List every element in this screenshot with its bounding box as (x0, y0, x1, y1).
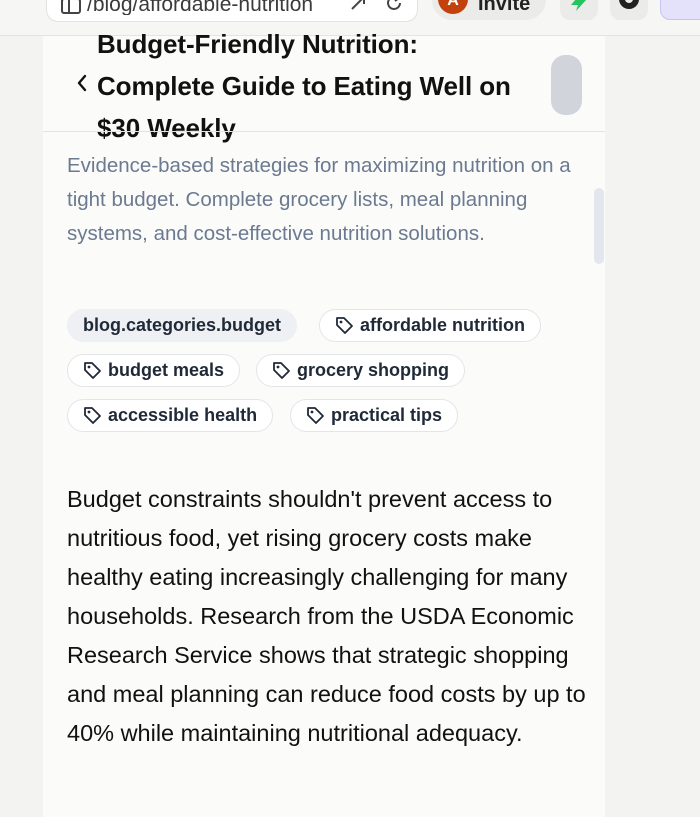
scrollbar-thumb[interactable] (594, 188, 604, 264)
tag-icon (83, 361, 102, 380)
avatar: A (438, 0, 468, 14)
sidebar-toggle-button[interactable] (660, 0, 700, 20)
address-bar[interactable]: /blog/affordable-nutrition (46, 0, 418, 22)
header-divider (43, 131, 605, 132)
tag-label: budget meals (108, 360, 225, 380)
tag-label: affordable nutrition (360, 315, 525, 335)
category-label: blog.categories.budget (83, 315, 282, 335)
url-text: /blog/affordable-nutrition (87, 0, 314, 15)
tag-chip[interactable]: accessible health (67, 399, 274, 432)
article-subtitle: Evidence-based strategies for maximizing… (67, 154, 571, 245)
tag-icon (335, 316, 354, 335)
reload-icon[interactable] (385, 0, 403, 15)
tag-icon (83, 406, 102, 425)
header-scrollbar-thumb[interactable] (551, 55, 582, 115)
chevron-left-icon (76, 74, 88, 97)
tag-chip[interactable]: grocery shopping (256, 354, 466, 387)
github-icon (618, 0, 640, 16)
tag-chip[interactable]: affordable nutrition (319, 309, 541, 342)
tag-label: grocery shopping (297, 360, 450, 380)
tag-icon (272, 361, 291, 380)
invite-button[interactable]: A Invite (432, 0, 546, 20)
tag-icon (306, 406, 325, 425)
article-intro-paragraph: Budget constraints shouldn't prevent acc… (67, 486, 586, 746)
category-chip[interactable]: blog.categories.budget (67, 309, 298, 342)
invite-label: Invite (478, 0, 531, 15)
share-icon[interactable] (349, 0, 367, 15)
back-button[interactable] (74, 72, 90, 98)
tag-chip[interactable]: practical tips (290, 399, 459, 432)
reader-icon[interactable] (61, 0, 81, 15)
tag-chip[interactable]: budget meals (67, 354, 241, 387)
tag-label: practical tips (331, 405, 443, 425)
bolt-icon (568, 0, 590, 16)
bolt-button[interactable] (560, 0, 598, 20)
tag-label: accessible health (108, 405, 258, 425)
github-button[interactable] (610, 0, 648, 20)
